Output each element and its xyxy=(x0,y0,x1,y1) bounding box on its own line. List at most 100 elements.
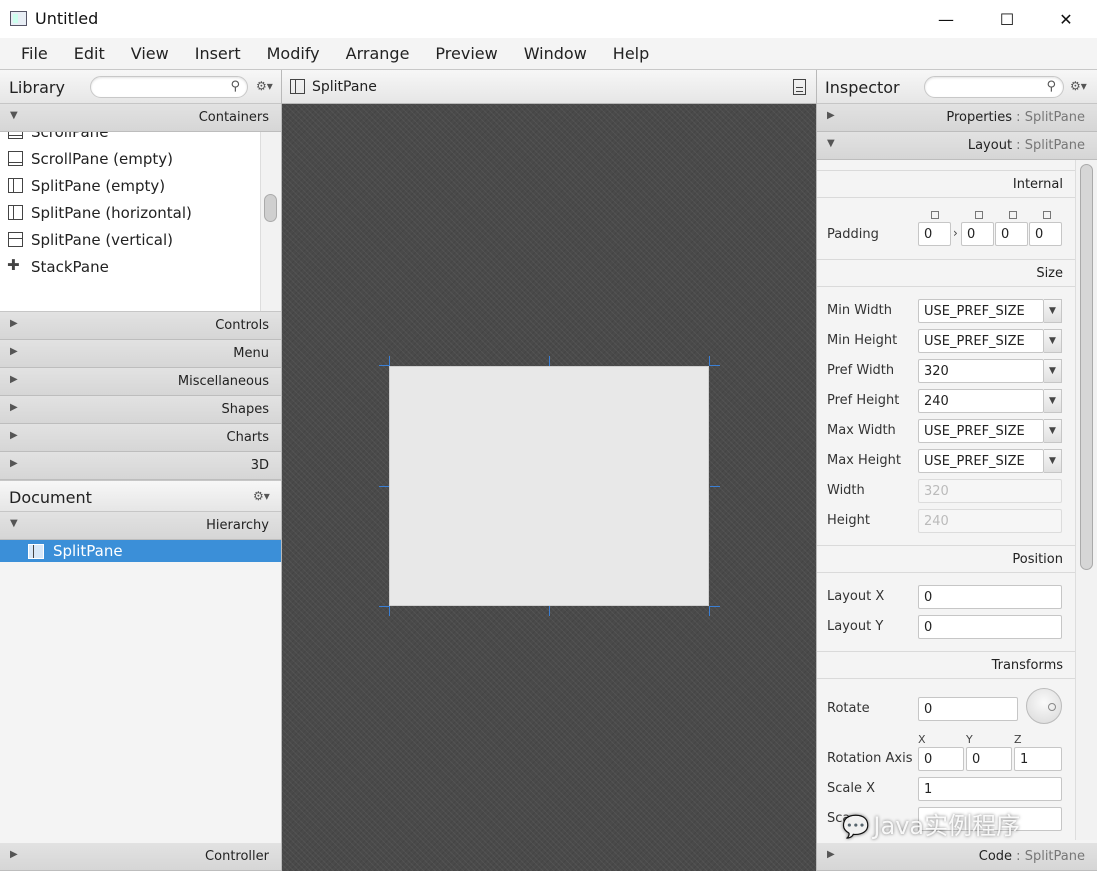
handle-middle-left[interactable] xyxy=(379,486,389,487)
padding-bottom-field[interactable]: 0 xyxy=(995,222,1028,246)
document-gear-icon[interactable]: ⚙▾ xyxy=(253,489,270,503)
section-containers[interactable]: ▼ Containers xyxy=(0,104,281,132)
section-label: Containers xyxy=(198,110,269,125)
handle-top-right[interactable] xyxy=(709,365,720,366)
inspector-scrollbar[interactable] xyxy=(1075,160,1097,840)
section-label: Layout : SplitPane xyxy=(968,138,1085,153)
inspector-search-input[interactable]: ⚲ xyxy=(924,76,1064,98)
library-item-label: ScrollPane xyxy=(31,132,108,141)
inspector-scroll-thumb[interactable] xyxy=(1080,164,1093,570)
rotation-axis-z-field[interactable]: 1 xyxy=(1014,747,1062,771)
content-canvas[interactable]: SplitPane xyxy=(282,70,816,871)
section-controls[interactable]: ▶ Controls xyxy=(0,312,281,340)
library-item-splitpane-empty[interactable]: SplitPane (empty) xyxy=(0,172,281,199)
dropdown-arrow-icon[interactable]: ▼ xyxy=(1044,419,1062,443)
handle-middle-right[interactable] xyxy=(710,486,720,487)
handle-bottom-right-v[interactable] xyxy=(709,606,710,616)
layout-y-field[interactable]: 0 xyxy=(918,615,1062,639)
library-item-scrollpane-empty[interactable]: ScrollPane (empty) xyxy=(0,145,281,172)
document-icon[interactable] xyxy=(793,79,806,95)
section-shapes[interactable]: ▶ Shapes xyxy=(0,396,281,424)
layout-value: SplitPane xyxy=(1024,138,1085,153)
handle-bottom-left-v[interactable] xyxy=(389,606,390,616)
library-search-input[interactable]: ⚲ xyxy=(90,76,248,98)
library-list: ScrollPane ScrollPane (empty) SplitPane … xyxy=(0,132,281,312)
menu-preview[interactable]: Preview xyxy=(422,44,510,63)
section-label: Charts xyxy=(226,430,270,445)
dropdown-arrow-icon[interactable]: ▼ xyxy=(1044,449,1062,473)
splitpane-preview[interactable] xyxy=(389,366,709,606)
menu-arrange[interactable]: Arrange xyxy=(333,44,423,63)
inspector-gear-icon[interactable]: ⚙▾ xyxy=(1070,79,1087,93)
handle-top-left-v[interactable] xyxy=(389,356,390,366)
library-item-scrollpane[interactable]: ScrollPane xyxy=(0,132,281,145)
rotate-field[interactable]: 0 xyxy=(918,697,1018,721)
section-menu[interactable]: ▶ Menu xyxy=(0,340,281,368)
handle-bottom-middle[interactable] xyxy=(549,606,550,616)
section-charts[interactable]: ▶ Charts xyxy=(0,424,281,452)
menu-insert[interactable]: Insert xyxy=(182,44,254,63)
section-code[interactable]: ▶ Code : SplitPane xyxy=(817,843,1097,871)
properties-key: Properties xyxy=(946,110,1013,125)
menu-view[interactable]: View xyxy=(118,44,182,63)
section-miscellaneous[interactable]: ▶ Miscellaneous xyxy=(0,368,281,396)
close-button[interactable]: ✕ xyxy=(1037,0,1095,38)
min-height-combo[interactable]: USE_PREF_SIZE xyxy=(918,329,1044,353)
handle-top-right-v[interactable] xyxy=(709,356,710,366)
library-item-splitpane-vertical[interactable]: SplitPane (vertical) xyxy=(0,226,281,253)
dropdown-arrow-icon[interactable]: ▼ xyxy=(1044,299,1062,323)
padding-left-field[interactable]: 0 xyxy=(1029,222,1062,246)
library-scroll-thumb[interactable] xyxy=(264,194,277,222)
library-item-splitpane-horizontal[interactable]: SplitPane (horizontal) xyxy=(0,199,281,226)
section-3d[interactable]: ▶ 3D xyxy=(0,452,281,480)
size-header: Size xyxy=(817,259,1075,287)
section-properties[interactable]: ▶ Properties : SplitPane xyxy=(817,104,1097,132)
layout-x-field[interactable]: 0 xyxy=(918,585,1062,609)
splitpane-icon xyxy=(28,543,44,559)
min-width-combo[interactable]: USE_PREF_SIZE xyxy=(918,299,1044,323)
pref-width-combo[interactable]: 320 xyxy=(918,359,1044,383)
rotate-knob[interactable] xyxy=(1026,688,1062,724)
menu-help[interactable]: Help xyxy=(600,44,662,63)
section-hierarchy[interactable]: ▼ Hierarchy xyxy=(0,512,281,540)
menu-edit[interactable]: Edit xyxy=(61,44,118,63)
section-label: Controls xyxy=(215,318,269,333)
expanded-arrow-icon: ▼ xyxy=(827,138,835,149)
height-label: Height xyxy=(827,513,870,528)
dropdown-arrow-icon[interactable]: ▼ xyxy=(1044,359,1062,383)
height-readonly-field: 240 xyxy=(918,509,1062,533)
menu-file[interactable]: File xyxy=(8,44,61,63)
section-layout[interactable]: ▼ Layout : SplitPane xyxy=(817,132,1097,160)
maximize-button[interactable]: ☐ xyxy=(978,0,1036,38)
expanded-arrow-icon: ▼ xyxy=(10,110,18,121)
scrollpane-icon xyxy=(8,132,23,139)
library-gear-icon[interactable]: ⚙▾ xyxy=(256,79,273,93)
dropdown-arrow-icon[interactable]: ▼ xyxy=(1044,389,1062,413)
hierarchy-item-splitpane[interactable]: SplitPane xyxy=(0,540,281,562)
rotation-axis-y-field[interactable]: 0 xyxy=(966,747,1012,771)
dropdown-arrow-icon[interactable]: ▼ xyxy=(1044,329,1062,353)
library-item-label: SplitPane (horizontal) xyxy=(31,203,192,222)
scale-x-field[interactable]: 1 xyxy=(918,777,1062,801)
padding-top-field[interactable]: 0 xyxy=(918,222,951,246)
axis-y-label: Y xyxy=(966,733,973,746)
rotation-axis-x-field[interactable]: 0 xyxy=(918,747,964,771)
link-chevron-icon[interactable]: › xyxy=(953,226,958,240)
watermark: 💬 Java实例程序 xyxy=(842,806,1020,841)
collapsed-arrow-icon: ▶ xyxy=(10,346,18,357)
minimize-button[interactable]: — xyxy=(917,0,975,38)
library-scrollbar[interactable] xyxy=(260,132,281,311)
menu-modify[interactable]: Modify xyxy=(254,44,333,63)
section-controller[interactable]: ▶ Controller xyxy=(0,843,281,871)
max-width-combo[interactable]: USE_PREF_SIZE xyxy=(918,419,1044,443)
handle-bottom-right[interactable] xyxy=(709,606,720,607)
max-height-combo[interactable]: USE_PREF_SIZE xyxy=(918,449,1044,473)
padding-right-field[interactable]: 0 xyxy=(961,222,994,246)
pref-height-combo[interactable]: 240 xyxy=(918,389,1044,413)
collapsed-arrow-icon: ▶ xyxy=(10,402,18,413)
library-item-stackpane[interactable]: StackPane xyxy=(0,253,281,280)
canvas-header: SplitPane xyxy=(282,70,816,104)
handle-top-middle[interactable] xyxy=(549,356,550,366)
menu-window[interactable]: Window xyxy=(511,44,600,63)
search-icon: ⚲ xyxy=(1046,79,1056,94)
